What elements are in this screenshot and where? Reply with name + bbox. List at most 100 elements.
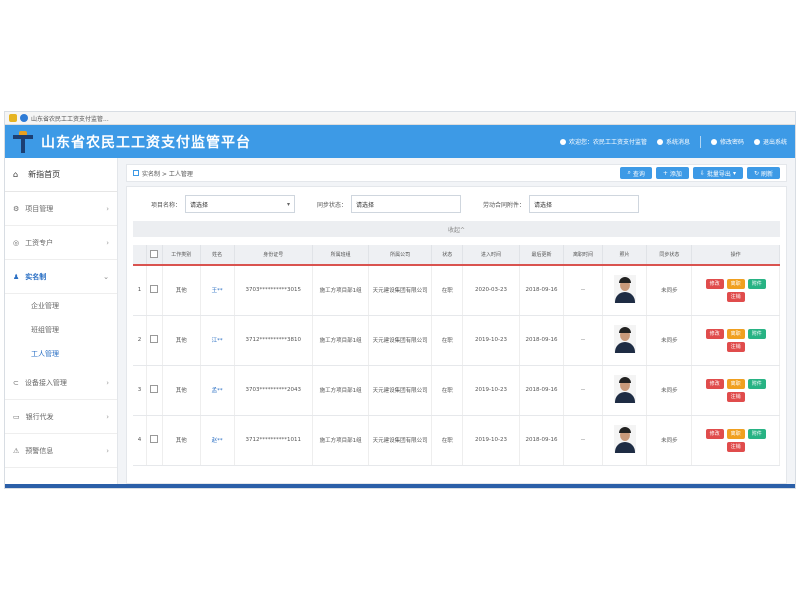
- edit-button[interactable]: 修改: [705, 428, 724, 439]
- refresh-button[interactable]: ↻ 刷新: [746, 167, 780, 179]
- col-left[interactable]: 离职时间: [563, 245, 603, 266]
- worker-team: 施工方项目部1组: [312, 415, 370, 466]
- sidebar-home[interactable]: ⌂ 新指首页: [5, 158, 117, 192]
- worker-sync: 未同步: [646, 415, 693, 466]
- chevron-down-icon: ⌄: [103, 272, 109, 281]
- worker-updated: 2018-09-16: [519, 415, 565, 466]
- resign-button[interactable]: 离职: [726, 378, 745, 389]
- select-all-checkbox[interactable]: [150, 249, 159, 258]
- attachment-button[interactable]: 附件: [747, 378, 766, 389]
- chevron-right-icon: ›: [106, 204, 109, 213]
- col-no: [133, 245, 147, 266]
- cancel-button[interactable]: 注销: [726, 291, 745, 302]
- row-checkbox-cell[interactable]: [146, 315, 163, 366]
- row-checkbox-cell[interactable]: [146, 265, 163, 316]
- sidebar-sub-team[interactable]: 班组管理: [5, 318, 117, 342]
- sidebar-item-realname[interactable]: ♟ 实名制 ⌄: [5, 260, 117, 294]
- attachment-button[interactable]: 附件: [747, 428, 766, 439]
- filter-bar: 项目名称： 请选择 同步状态： 请选择 劳动合同附件： 请选择: [127, 187, 786, 221]
- row-checkbox[interactable]: [150, 285, 159, 294]
- sidebar-sub-worker[interactable]: 工人管理: [5, 342, 117, 366]
- col-updated[interactable]: 最后更新: [519, 245, 565, 266]
- row-ops: 修改 离职 附件 注销: [691, 315, 780, 366]
- account-icon: ◎: [13, 238, 20, 247]
- worker-id: 3703**********3015: [234, 265, 314, 316]
- sidebar-item-device[interactable]: ⊂ 设备接入管理 ›: [5, 366, 117, 400]
- col-in[interactable]: 进入时间: [462, 245, 520, 266]
- sidebar-sub-company[interactable]: 企业管理: [5, 294, 117, 318]
- messages-link[interactable]: 系统消息: [656, 137, 690, 146]
- edit-button[interactable]: 修改: [705, 378, 724, 389]
- header-divider: [699, 135, 701, 148]
- worker-team: 施工方项目部1组: [312, 315, 370, 366]
- resign-button[interactable]: 离职: [726, 278, 745, 289]
- row-number: 3: [133, 365, 147, 416]
- col-sync[interactable]: 同步状态: [646, 245, 693, 266]
- worker-name-link[interactable]: 孟**: [200, 365, 235, 416]
- edit-button[interactable]: 修改: [705, 278, 724, 289]
- col-team[interactable]: 所属班组: [312, 245, 370, 266]
- taskbar: [5, 484, 795, 488]
- row-ops: 修改 离职 附件 注销: [691, 265, 780, 316]
- resign-button[interactable]: 离职: [726, 428, 745, 439]
- col-company[interactable]: 所属公司: [368, 245, 433, 266]
- table-row[interactable]: 4 其他 赵** 3712**********1011 施工方项目部1组 天元建…: [133, 415, 780, 466]
- worker-name-link[interactable]: 赵**: [200, 415, 235, 466]
- sidebar-item-account[interactable]: ◎ 工资专户 ›: [5, 226, 117, 260]
- worker-company: 天元建设集团有限公司: [368, 415, 433, 466]
- col-status[interactable]: 状态: [431, 245, 464, 266]
- worker-table: 工作类别 姓名 身份证号 所属班组 所属公司 状态 进入时间 最后更新 离职时间…: [133, 245, 780, 466]
- col-id[interactable]: 身份证号: [234, 245, 314, 266]
- worker-type: 其他: [162, 365, 201, 416]
- worker-photo-cell: [602, 315, 648, 366]
- browser-icon: [9, 114, 17, 122]
- col-type[interactable]: 工作类别: [162, 245, 201, 266]
- worker-name-link[interactable]: 江**: [200, 315, 235, 366]
- breadcrumb: 实名制 > 工人管理: [133, 169, 193, 178]
- sidebar-item-bank[interactable]: ▭ 银行代发 ›: [5, 400, 117, 434]
- sidebar-item-project[interactable]: ⚙ 项目管理 ›: [5, 192, 117, 226]
- table-row[interactable]: 1 其他 王** 3703**********3015 施工方项目部1组 天元建…: [133, 265, 780, 316]
- worker-status: 在职: [431, 415, 464, 466]
- toolbar: ⌕ 查询 + 添加 ⇩ 批量导出 ▾ ↻ 刷新: [620, 167, 780, 179]
- col-photo: 照片: [602, 245, 648, 266]
- project-select[interactable]: 请选择: [185, 195, 296, 213]
- worker-left-date: --: [563, 365, 603, 416]
- export-button[interactable]: ⇩ 批量导出 ▾: [692, 167, 743, 179]
- contract-attachment-input[interactable]: 请选择: [529, 195, 640, 213]
- logout-link[interactable]: 退出系统: [753, 137, 787, 146]
- worker-photo-cell: [602, 415, 648, 466]
- cancel-button[interactable]: 注销: [726, 441, 745, 452]
- search-button[interactable]: ⌕ 查询: [620, 167, 652, 179]
- col-name[interactable]: 姓名: [200, 245, 235, 266]
- edit-button[interactable]: 修改: [705, 328, 724, 339]
- row-checkbox[interactable]: [150, 435, 159, 443]
- worker-left-date: --: [563, 415, 603, 466]
- user-icon: [559, 138, 566, 145]
- row-checkbox-cell[interactable]: [146, 365, 163, 416]
- sync-status-input[interactable]: 请选择: [351, 195, 462, 213]
- worker-company: 天元建设集团有限公司: [368, 265, 433, 316]
- row-checkbox-cell[interactable]: [146, 415, 163, 466]
- row-checkbox[interactable]: [150, 385, 159, 393]
- worker-company: 天元建设集团有限公司: [368, 315, 433, 366]
- sidebar-item-warning[interactable]: ⚠ 预警信息 ›: [5, 434, 117, 468]
- attachment-button[interactable]: 附件: [747, 278, 766, 289]
- table-header-row: 工作类别 姓名 身份证号 所属班组 所属公司 状态 进入时间 最后更新 离职时间…: [133, 245, 780, 266]
- change-password-link[interactable]: 修改密码: [710, 137, 744, 146]
- cancel-button[interactable]: 注销: [726, 391, 745, 402]
- cancel-button[interactable]: 注销: [726, 341, 745, 352]
- add-button[interactable]: + 添加: [655, 167, 689, 179]
- table-row[interactable]: 2 其他 江** 3712**********3810 施工方项目部1组 天元建…: [133, 315, 780, 366]
- attachment-button[interactable]: 附件: [747, 328, 766, 339]
- row-checkbox[interactable]: [150, 335, 159, 343]
- table-row[interactable]: 3 其他 孟** 3703**********2043 施工方项目部1组 天元建…: [133, 365, 780, 416]
- resign-button[interactable]: 离职: [726, 328, 745, 339]
- tab-title[interactable]: 山东省农民工工资支付监管...: [31, 114, 109, 123]
- collapse-toggle[interactable]: 收起^: [133, 221, 780, 237]
- worker-updated: 2018-09-16: [519, 265, 565, 316]
- worker-photo: [613, 325, 636, 353]
- worker-name-link[interactable]: 王**: [200, 265, 235, 316]
- welcome-link[interactable]: 欢迎您：农民工工资支付监管: [559, 137, 647, 146]
- col-checkbox[interactable]: [146, 245, 163, 266]
